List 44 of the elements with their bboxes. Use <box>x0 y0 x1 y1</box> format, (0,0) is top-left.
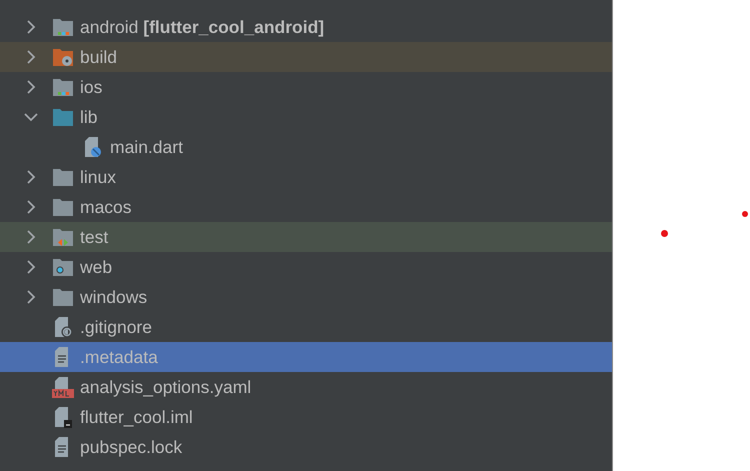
ignore-file-icon <box>52 316 74 338</box>
yaml-file-icon <box>52 376 74 398</box>
excluded-folder-icon <box>52 46 74 68</box>
module-folder-icon <box>52 16 74 38</box>
tree-row[interactable]: flutter_cool.iml <box>0 402 612 432</box>
test-folder-icon <box>52 226 74 248</box>
tree-row[interactable]: macos <box>0 192 612 222</box>
tree-item-label: build <box>80 46 117 68</box>
tree-item-label: pubspec.lock <box>80 436 182 458</box>
tree-row[interactable]: windows <box>0 282 612 312</box>
tree-item-label: android [flutter_cool_android] <box>80 16 324 38</box>
tree-item-label: analysis_options.yaml <box>80 376 252 398</box>
web-folder-icon <box>52 256 74 278</box>
tree-item-label: lib <box>80 106 98 128</box>
source-folder-icon <box>52 106 74 128</box>
tree-row[interactable]: analysis_options.yaml <box>0 372 612 402</box>
marker-dot <box>661 230 668 237</box>
tree-item-label: macos <box>80 196 132 218</box>
tree-row[interactable]: pubspec.lock <box>0 432 612 462</box>
tree-row[interactable]: ios <box>0 72 612 102</box>
tree-item-label: .metadata <box>80 346 158 368</box>
marker-dot <box>742 211 748 217</box>
tree-item-label: windows <box>80 286 148 308</box>
tree-row[interactable]: test <box>0 222 612 252</box>
folder-icon <box>52 196 74 218</box>
module-file-icon <box>52 406 74 428</box>
tree-row[interactable]: build <box>0 42 612 72</box>
folder-icon <box>52 286 74 308</box>
tree-item-label: test <box>80 226 108 248</box>
tree-row[interactable]: android [flutter_cool_android] <box>0 12 612 42</box>
tree-row[interactable]: main.dart <box>0 132 612 162</box>
tree-item-label: ios <box>80 76 102 98</box>
folder-icon <box>52 166 74 188</box>
dart-file-icon <box>82 136 104 158</box>
tree-item-label: main.dart <box>110 136 183 158</box>
tree-item-label: flutter_cool.iml <box>80 406 193 428</box>
tree-item-label: linux <box>80 166 116 188</box>
tree-row[interactable]: .gitignore <box>0 312 612 342</box>
tree-item-label: web <box>80 256 112 278</box>
tree-row[interactable]: web <box>0 252 612 282</box>
module-folder-icon <box>52 76 74 98</box>
tree-row[interactable]: linux <box>0 162 612 192</box>
tree-item-label: .gitignore <box>80 316 152 338</box>
tree-row[interactable]: lib <box>0 102 612 132</box>
